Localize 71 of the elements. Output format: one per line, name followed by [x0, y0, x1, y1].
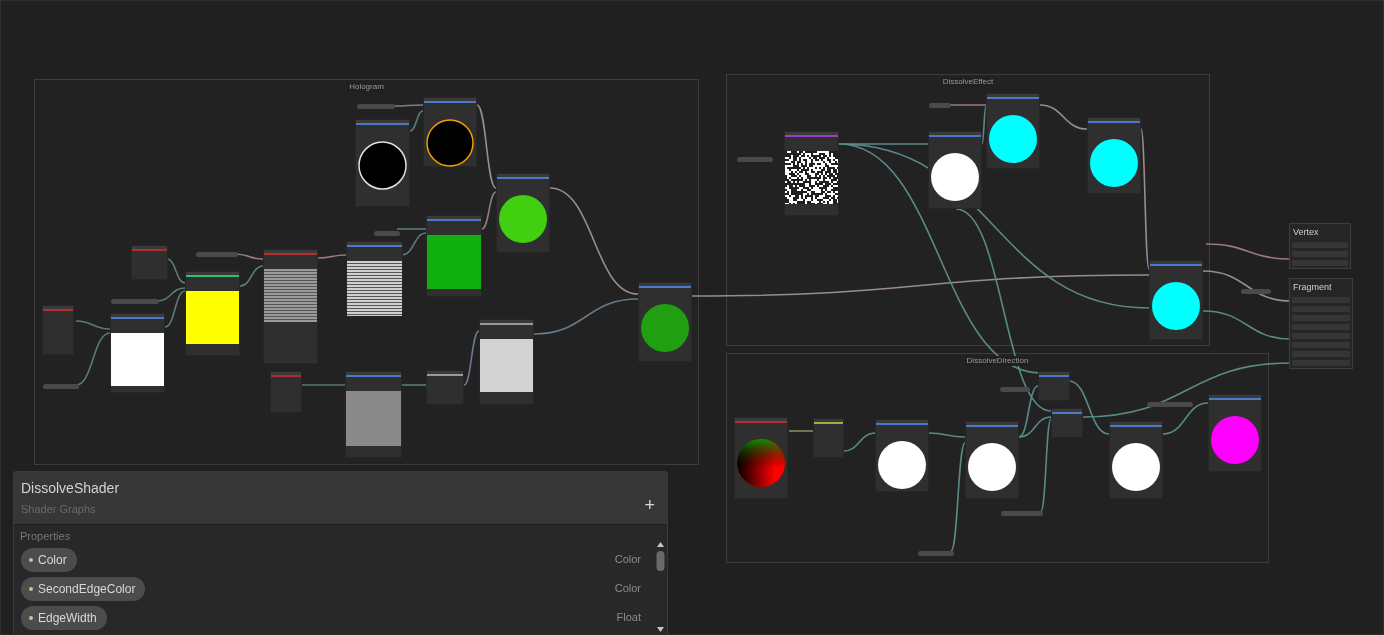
shader-node[interactable]: [426, 370, 464, 405]
shader-node[interactable]: [423, 97, 477, 167]
property-node: [1000, 387, 1030, 392]
connection-line: [239, 265, 264, 287]
property-node: [196, 252, 238, 257]
connection-line: [928, 432, 966, 438]
context-title: Vertex: [1292, 226, 1320, 239]
shader-node[interactable]: [263, 249, 318, 364]
shader-node[interactable]: [813, 418, 844, 458]
shader-node[interactable]: [986, 93, 1040, 169]
property-node: [1241, 289, 1271, 294]
shader-node[interactable]: [638, 282, 692, 362]
shader-node[interactable]: [784, 131, 839, 216]
connection-line: [75, 320, 111, 330]
shader-node[interactable]: [1208, 394, 1262, 472]
property-node: [43, 384, 79, 389]
group-title: DissolveDirection: [964, 356, 1031, 366]
shader-node[interactable]: [1109, 421, 1163, 499]
section-label: Properties: [19, 529, 72, 544]
connection-line: [396, 228, 427, 230]
connection-line: [317, 254, 347, 259]
shader-node[interactable]: [965, 421, 1019, 499]
shader-node[interactable]: [42, 305, 74, 355]
connection-line: [299, 384, 346, 386]
property-pill[interactable]: SecondEdgeColor: [21, 576, 146, 601]
group-title: DissolveEffect: [940, 77, 996, 87]
scrollbar[interactable]: [656, 541, 665, 633]
shader-node[interactable]: [928, 131, 982, 209]
context-title: Fragment: [1292, 281, 1333, 294]
property-node: [111, 299, 159, 304]
shader-node[interactable]: [875, 419, 929, 492]
group-title: Hologram: [347, 82, 386, 92]
shader-node[interactable]: [1087, 117, 1141, 194]
shader-node[interactable]: [734, 417, 788, 499]
connection-line: [481, 191, 497, 230]
shader-node[interactable]: [355, 119, 410, 207]
connection-line: [392, 104, 424, 107]
shader-node[interactable]: [1149, 260, 1203, 340]
shader-node[interactable]: [1038, 371, 1070, 401]
shader-node[interactable]: [185, 271, 240, 356]
shader-node[interactable]: [131, 245, 168, 280]
connection-line: [788, 430, 814, 432]
shader-node[interactable]: [426, 215, 482, 297]
property-node: [737, 157, 773, 162]
shader-node[interactable]: [110, 313, 165, 393]
connection-line: [1039, 104, 1088, 130]
property-node: [374, 231, 400, 236]
shader-node[interactable]: [496, 173, 550, 253]
add-button[interactable]: +: [642, 496, 657, 514]
shader-node[interactable]: [1051, 408, 1083, 438]
property-node: [918, 551, 954, 556]
property-node: [357, 104, 395, 109]
connection-line: [401, 232, 427, 256]
property-node: [1001, 511, 1043, 516]
shader-node[interactable]: [479, 319, 534, 405]
connection-line: [409, 110, 424, 132]
graph-title: DissolveShader: [21, 480, 121, 496]
property-type: Color: [614, 552, 641, 568]
property-type: Color: [614, 581, 641, 597]
connection-line: [463, 330, 480, 386]
shader-node[interactable]: [346, 241, 403, 314]
property-node: [1147, 402, 1193, 407]
shader-node[interactable]: [345, 371, 402, 458]
shader-node[interactable]: [270, 371, 302, 413]
connection-line: [843, 432, 876, 452]
connection-line: [401, 384, 427, 386]
property-pill[interactable]: Color: [21, 547, 77, 572]
property-type: Float: [616, 610, 641, 626]
property-node: [929, 103, 951, 108]
connection-line: [166, 258, 186, 284]
property-pill[interactable]: EdgeWidth: [21, 605, 107, 630]
